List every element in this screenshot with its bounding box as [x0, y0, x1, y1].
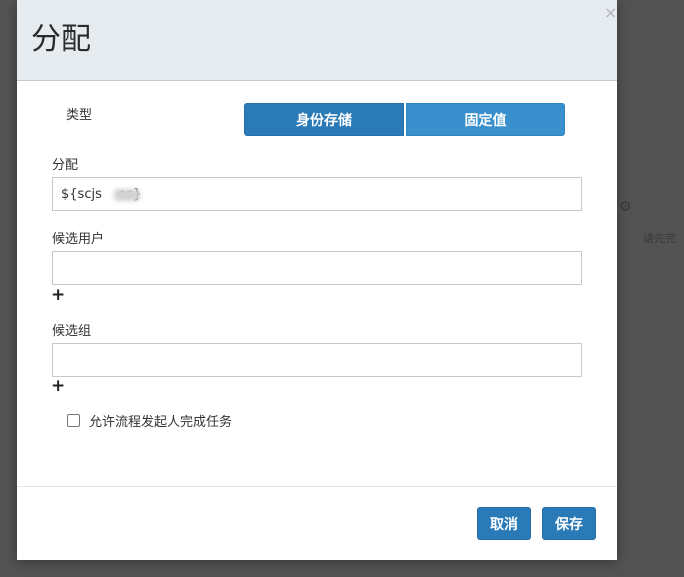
candidate-users-input[interactable]: [52, 251, 582, 285]
dialog-header: 分配 ×: [17, 0, 617, 81]
type-label: 类型: [66, 108, 93, 123]
background-partial-label: 请先完: [643, 232, 676, 245]
background-gear-icon: ⚙: [619, 199, 632, 215]
add-candidate-group-icon[interactable]: +: [51, 378, 65, 395]
cancel-button[interactable]: 取消: [477, 507, 531, 540]
candidate-users-label: 候选用户: [52, 232, 105, 247]
initiator-checkbox-label: 允许流程发起人完成任务: [89, 414, 233, 430]
redacted-blur: [114, 189, 140, 201]
dialog-title: 分配: [31, 22, 91, 57]
initiator-checkbox-row: 允许流程发起人完成任务: [67, 411, 233, 430]
identity-store-button[interactable]: 身份存储: [244, 103, 404, 136]
candidate-groups-input[interactable]: [52, 343, 582, 377]
add-candidate-user-icon[interactable]: +: [51, 287, 65, 304]
initiator-checkbox[interactable]: [67, 413, 80, 427]
fixed-value-button[interactable]: 固定值: [406, 103, 565, 136]
assignee-label: 分配: [52, 158, 79, 173]
footer-divider: [17, 486, 617, 487]
candidate-groups-label: 候选组: [52, 324, 92, 339]
save-button[interactable]: 保存: [542, 507, 596, 540]
close-icon[interactable]: ×: [604, 5, 617, 21]
assignment-dialog: 分配 × 类型 身份存储 固定值 分配 候选用户 + 候选组 + 允许流程发起人…: [17, 0, 617, 560]
